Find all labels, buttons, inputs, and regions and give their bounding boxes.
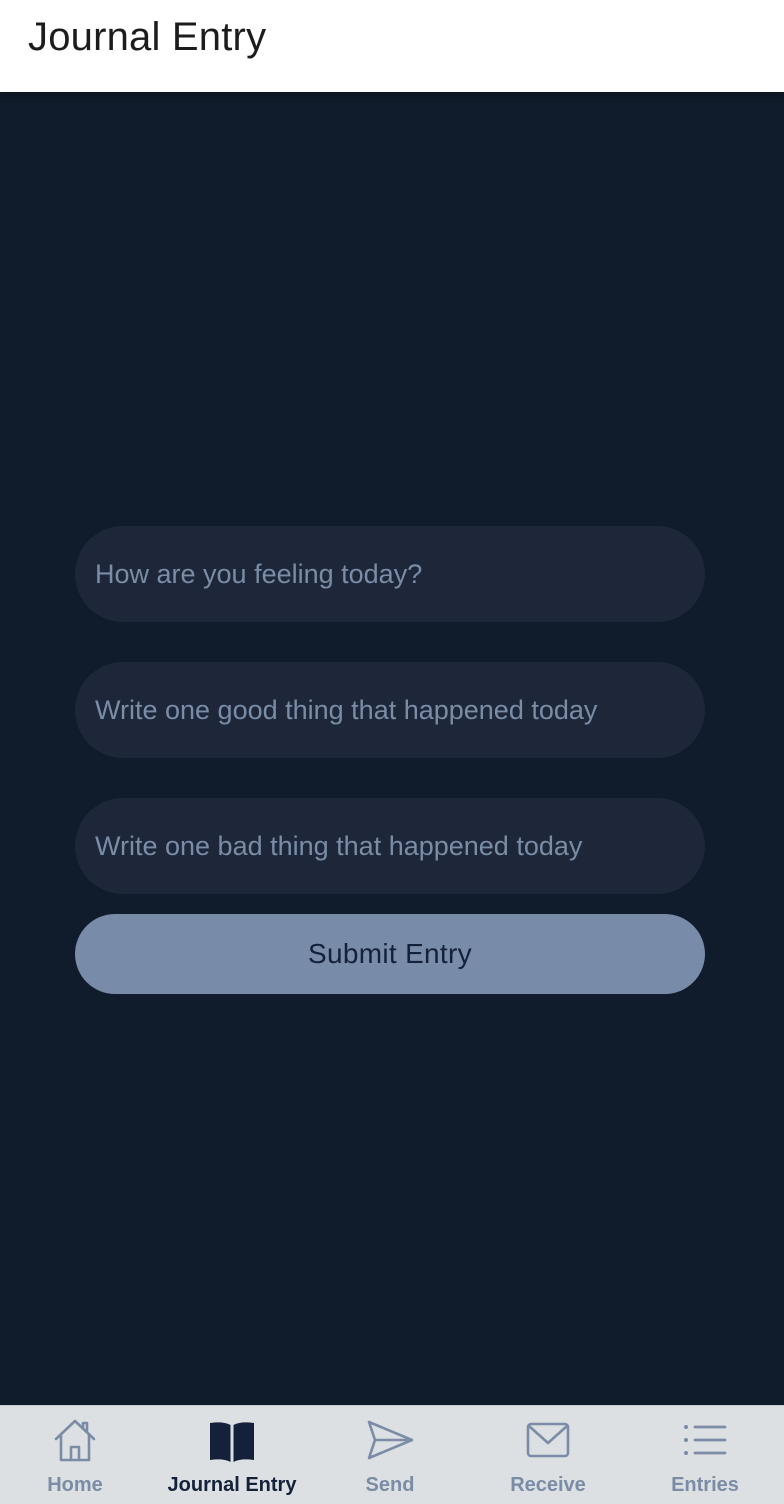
book-icon: [208, 1416, 256, 1464]
send-icon: [366, 1416, 414, 1464]
mail-icon: [524, 1416, 572, 1464]
good-thing-input[interactable]: [75, 662, 705, 758]
tab-home[interactable]: Home: [0, 1406, 153, 1504]
bottom-tab-bar: Home Journal Entry Send Receive Entries: [0, 1405, 784, 1504]
home-icon: [51, 1416, 99, 1464]
journal-form: Submit Entry: [75, 526, 705, 994]
tab-send-label: Send: [365, 1474, 415, 1496]
tab-send[interactable]: Send: [312, 1406, 468, 1504]
app-screen: Journal Entry Submit Entry Home: [0, 0, 784, 1504]
bad-thing-input[interactable]: [75, 798, 705, 894]
list-icon: [681, 1416, 729, 1464]
tab-journal-entry-label: Journal Entry: [167, 1474, 297, 1496]
tab-home-label: Home: [47, 1474, 103, 1496]
submit-entry-button[interactable]: Submit Entry: [75, 914, 705, 994]
page-title: Journal Entry: [28, 15, 267, 59]
tab-entries-label: Entries: [671, 1474, 739, 1496]
tab-receive[interactable]: Receive: [470, 1406, 626, 1504]
tab-journal-entry[interactable]: Journal Entry: [154, 1406, 310, 1504]
feeling-input[interactable]: [75, 526, 705, 622]
tab-entries[interactable]: Entries: [627, 1406, 783, 1504]
app-header: Journal Entry: [0, 0, 784, 92]
tab-receive-label: Receive: [510, 1474, 586, 1496]
